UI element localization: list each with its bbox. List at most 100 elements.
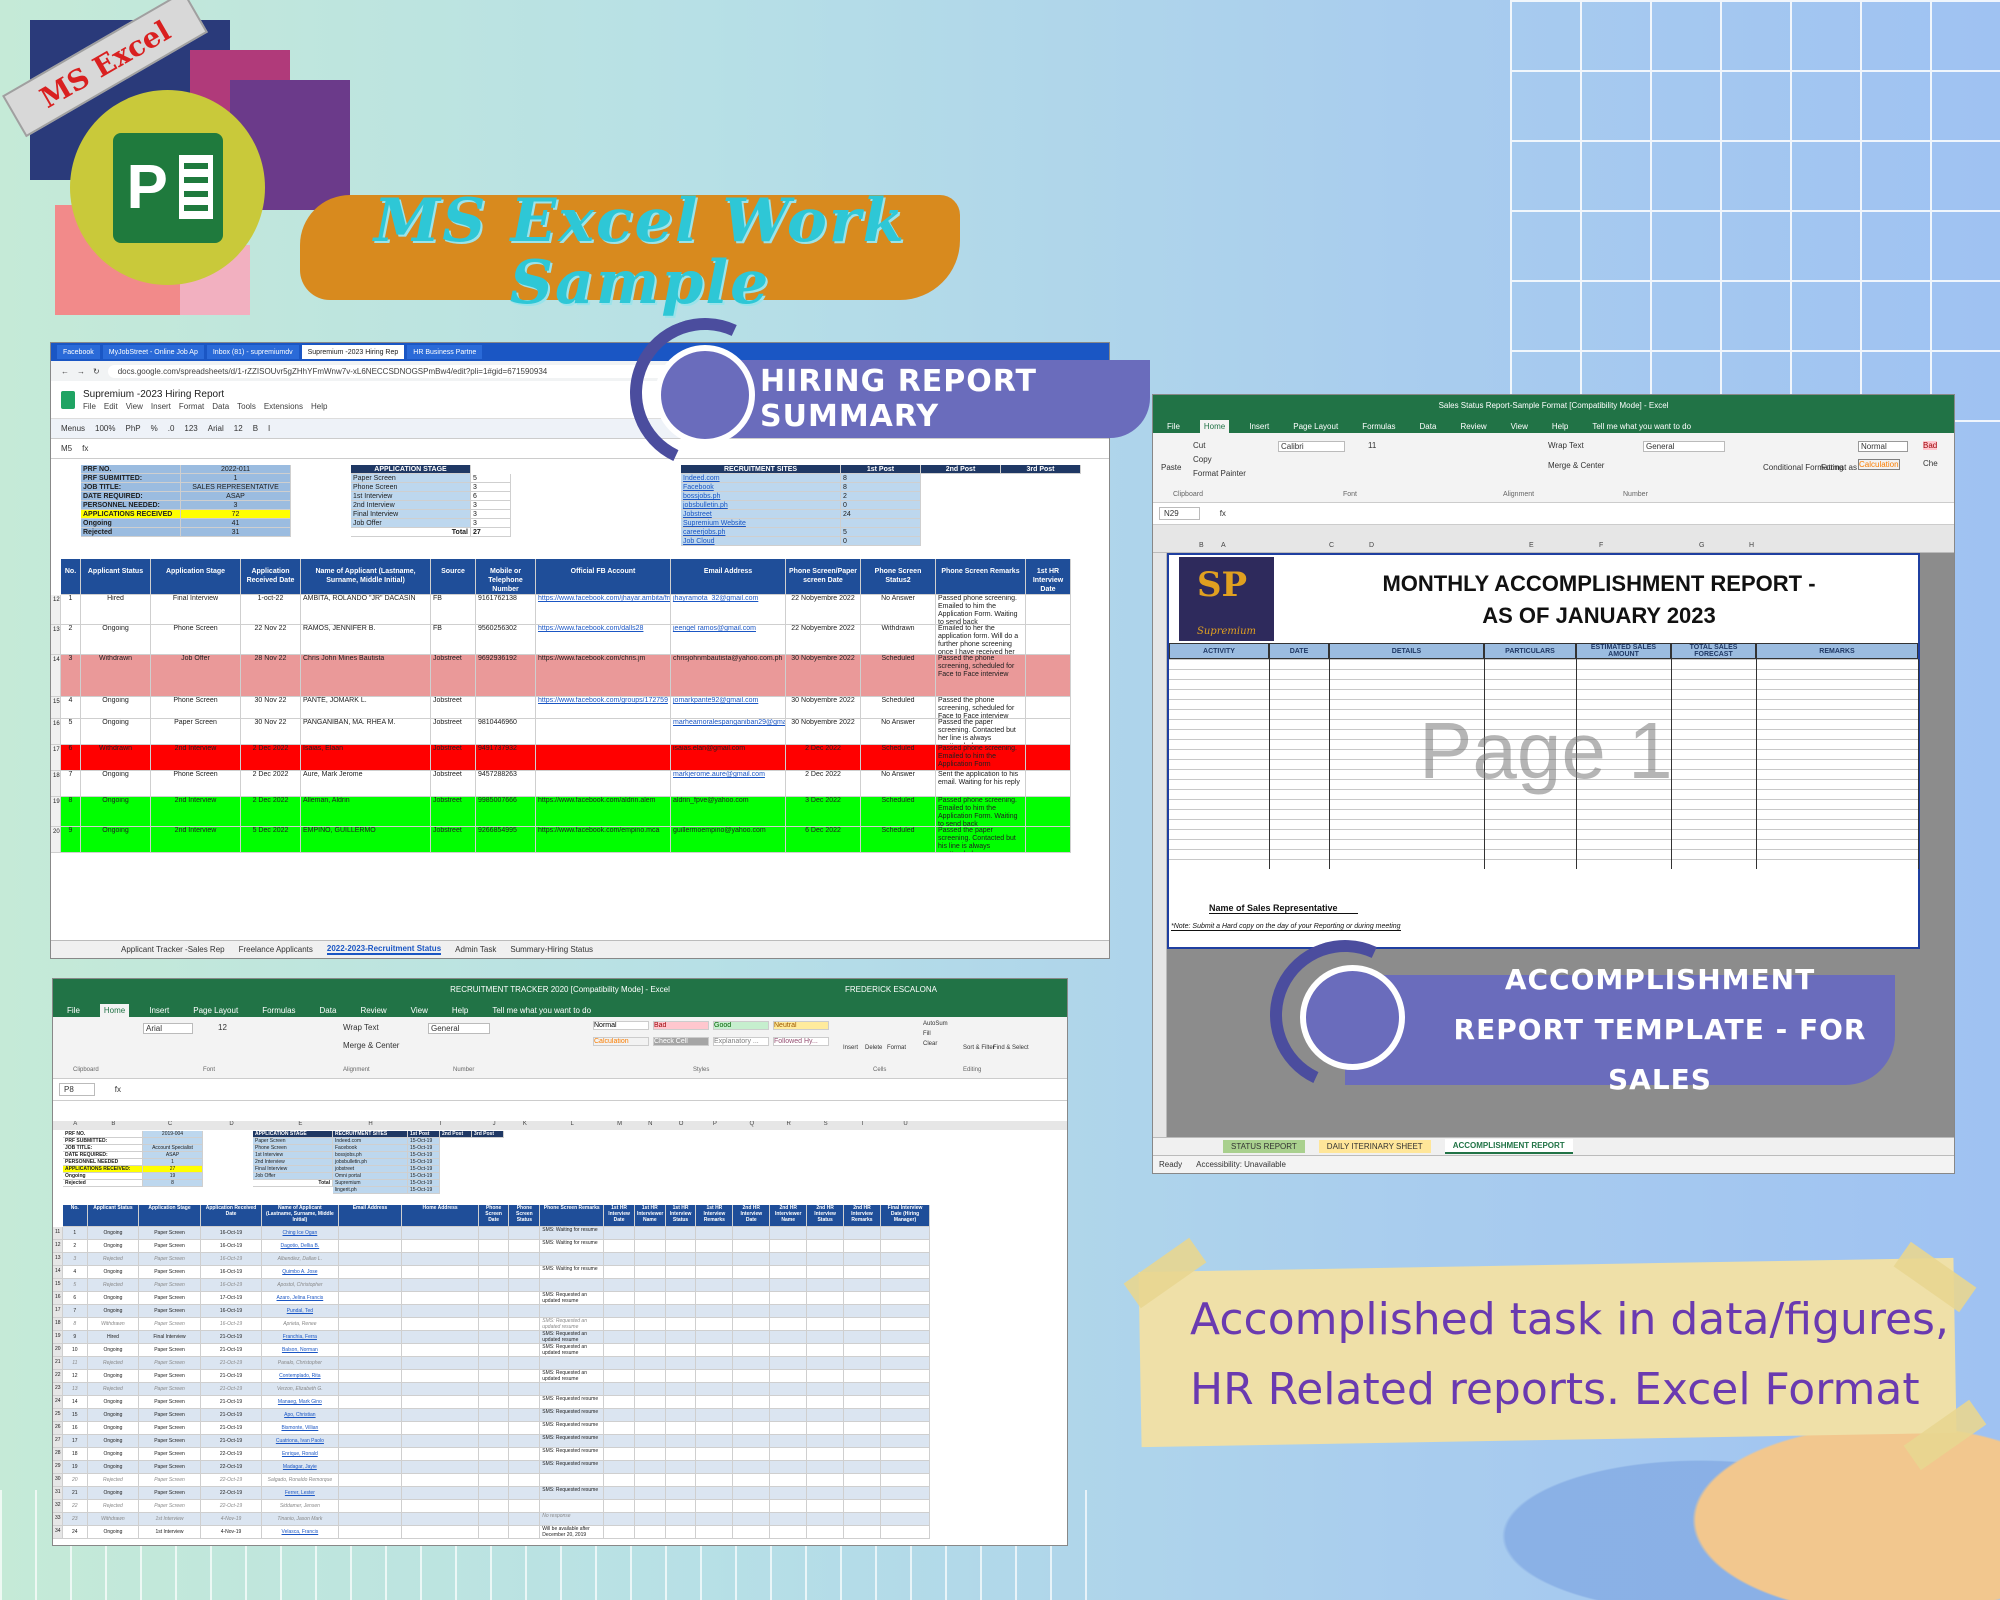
- toolbar-item[interactable]: B: [253, 424, 258, 433]
- toolbar-item[interactable]: 100%: [95, 424, 115, 433]
- ribbon-tab-data[interactable]: Data: [1416, 420, 1441, 433]
- cell-style[interactable]: Good: [713, 1021, 769, 1030]
- sheet-tab[interactable]: Applicant Tracker -Sales Rep: [121, 945, 225, 954]
- sheet-tab[interactable]: Admin Task: [455, 945, 496, 954]
- ribbon-tab-home[interactable]: Home: [1199, 420, 1230, 433]
- ribbon-tab-help[interactable]: Help: [1548, 420, 1572, 433]
- column-letter[interactable]: A: [63, 1121, 88, 1127]
- ribbon-tab-page-layout[interactable]: Page Layout: [1289, 420, 1342, 433]
- merge-center-button[interactable]: Merge & Center: [1548, 461, 1604, 470]
- back-icon[interactable]: ←: [61, 367, 69, 376]
- font-size-select[interactable]: 11: [1368, 441, 1376, 450]
- column-letter[interactable]: T: [844, 1121, 881, 1127]
- tell-me-search[interactable]: Tell me what you want to do: [1588, 420, 1695, 433]
- wrap-text-button[interactable]: Wrap Text: [343, 1023, 379, 1032]
- tell-me-search[interactable]: Tell me what you want to do: [488, 1004, 595, 1017]
- toolbar-item[interactable]: .0: [168, 424, 175, 433]
- column-letter[interactable]: J: [479, 1121, 510, 1127]
- style-normal[interactable]: Normal: [1858, 441, 1908, 452]
- ribbon-tab-insert[interactable]: Insert: [1245, 420, 1273, 433]
- ribbon-tab-review[interactable]: Review: [356, 1004, 390, 1017]
- sheet-tab[interactable]: STATUS REPORT: [1223, 1140, 1305, 1153]
- cell-reference[interactable]: N29: [1159, 507, 1200, 520]
- menu-item-extensions[interactable]: Extensions: [264, 402, 303, 411]
- cell-style[interactable]: Followed Hy...: [773, 1037, 829, 1046]
- editing-button[interactable]: AutoSum: [923, 1021, 948, 1027]
- sheet-tab[interactable]: Summary-Hiring Status: [510, 945, 593, 954]
- ribbon-tab-file[interactable]: File: [63, 1004, 84, 1017]
- ribbon-tab-page-layout[interactable]: Page Layout: [189, 1004, 242, 1017]
- column-letter[interactable]: E: [1529, 542, 1534, 549]
- font-size-select[interactable]: 12: [218, 1023, 227, 1032]
- format-painter-button[interactable]: Format Painter: [1193, 469, 1246, 478]
- column-letter[interactable]: Q: [733, 1121, 770, 1127]
- style-bad[interactable]: Bad: [1923, 441, 1938, 450]
- column-letter[interactable]: G: [1699, 542, 1704, 549]
- toolbar-item[interactable]: 123: [184, 424, 197, 433]
- ribbon-tab-view[interactable]: View: [407, 1004, 432, 1017]
- column-letter[interactable]: P: [696, 1121, 733, 1127]
- column-letter[interactable]: C: [1329, 542, 1334, 549]
- paste-button[interactable]: Paste: [1161, 463, 1181, 472]
- wrap-text-button[interactable]: Wrap Text: [1548, 441, 1584, 450]
- cell-style[interactable]: Calculation: [593, 1037, 649, 1046]
- browser-tab[interactable]: Supremium -2023 Hiring Rep: [301, 345, 405, 359]
- style-calculation[interactable]: Calculation: [1858, 459, 1900, 470]
- menu-item-format[interactable]: Format: [179, 402, 204, 411]
- column-letter[interactable]: D: [201, 1121, 263, 1127]
- column-letter[interactable]: M: [604, 1121, 635, 1127]
- column-letter[interactable]: H: [1749, 542, 1754, 549]
- column-letter[interactable]: D: [1369, 542, 1374, 549]
- toolbar-item[interactable]: Arial: [208, 424, 224, 433]
- ribbon-tab-file[interactable]: File: [1163, 420, 1184, 433]
- toolbar-item[interactable]: I: [268, 424, 270, 433]
- toolbar-item[interactable]: %: [151, 424, 158, 433]
- cell-style[interactable]: Explanatory ...: [713, 1037, 769, 1046]
- cells-button[interactable]: Delete: [865, 1045, 882, 1051]
- menu-item-view[interactable]: View: [126, 402, 143, 411]
- cell-reference[interactable]: P8: [59, 1083, 95, 1096]
- ribbon-tab-review[interactable]: Review: [1456, 420, 1490, 433]
- cell-style[interactable]: Normal: [593, 1021, 649, 1030]
- browser-tab[interactable]: Facebook: [57, 345, 100, 359]
- browser-tab[interactable]: Inbox (81) - supremiumdv: [206, 345, 299, 359]
- column-letter[interactable]: O: [666, 1121, 697, 1127]
- merge-center-button[interactable]: Merge & Center: [343, 1041, 399, 1050]
- toolbar-item[interactable]: PhP: [125, 424, 140, 433]
- cell-style[interactable]: Check Cell: [653, 1037, 709, 1046]
- style-check[interactable]: Che: [1923, 459, 1938, 468]
- ribbon-tab-view[interactable]: View: [1507, 420, 1532, 433]
- menu-item-help[interactable]: Help: [311, 402, 327, 411]
- column-letter[interactable]: B: [88, 1121, 140, 1127]
- column-letter[interactable]: S: [807, 1121, 844, 1127]
- cut-button[interactable]: Cut: [1193, 441, 1205, 450]
- menu-item-data[interactable]: Data: [212, 402, 229, 411]
- column-letter[interactable]: N: [635, 1121, 666, 1127]
- editing-button[interactable]: Find & Select: [993, 1045, 1029, 1051]
- column-letter[interactable]: K: [509, 1121, 540, 1127]
- column-letter[interactable]: B: [1199, 542, 1204, 549]
- number-format-select[interactable]: General: [1643, 441, 1726, 452]
- font-name-select[interactable]: Arial: [143, 1023, 194, 1034]
- editing-button[interactable]: Fill: [923, 1031, 931, 1037]
- column-letter[interactable]: R: [770, 1121, 807, 1127]
- ribbon-tab-insert[interactable]: Insert: [145, 1004, 173, 1017]
- column-letter[interactable]: I: [402, 1121, 478, 1127]
- copy-button[interactable]: Copy: [1193, 455, 1212, 464]
- document-title[interactable]: Supremium -2023 Hiring Report: [83, 389, 327, 400]
- ribbon-tab-data[interactable]: Data: [316, 1004, 341, 1017]
- sheet-tab[interactable]: DAILY ITERINARY SHEET: [1318, 1140, 1431, 1153]
- column-letter[interactable]: L: [540, 1121, 604, 1127]
- ribbon-tab-home[interactable]: Home: [99, 1004, 130, 1017]
- forward-icon[interactable]: →: [77, 367, 85, 376]
- menu-item-edit[interactable]: Edit: [104, 402, 118, 411]
- toolbar-item[interactable]: 12: [234, 424, 243, 433]
- cell-style[interactable]: Neutral: [773, 1021, 829, 1030]
- number-format-select[interactable]: General: [428, 1023, 491, 1034]
- cell-reference[interactable]: M5: [61, 444, 72, 453]
- column-letter[interactable]: A: [1221, 542, 1226, 549]
- cells-button[interactable]: Insert: [843, 1045, 858, 1051]
- toolbar-item[interactable]: Menus: [61, 424, 85, 433]
- browser-tab[interactable]: MyJobStreet - Online Job Ap: [102, 345, 204, 359]
- column-letter[interactable]: F: [1599, 542, 1603, 549]
